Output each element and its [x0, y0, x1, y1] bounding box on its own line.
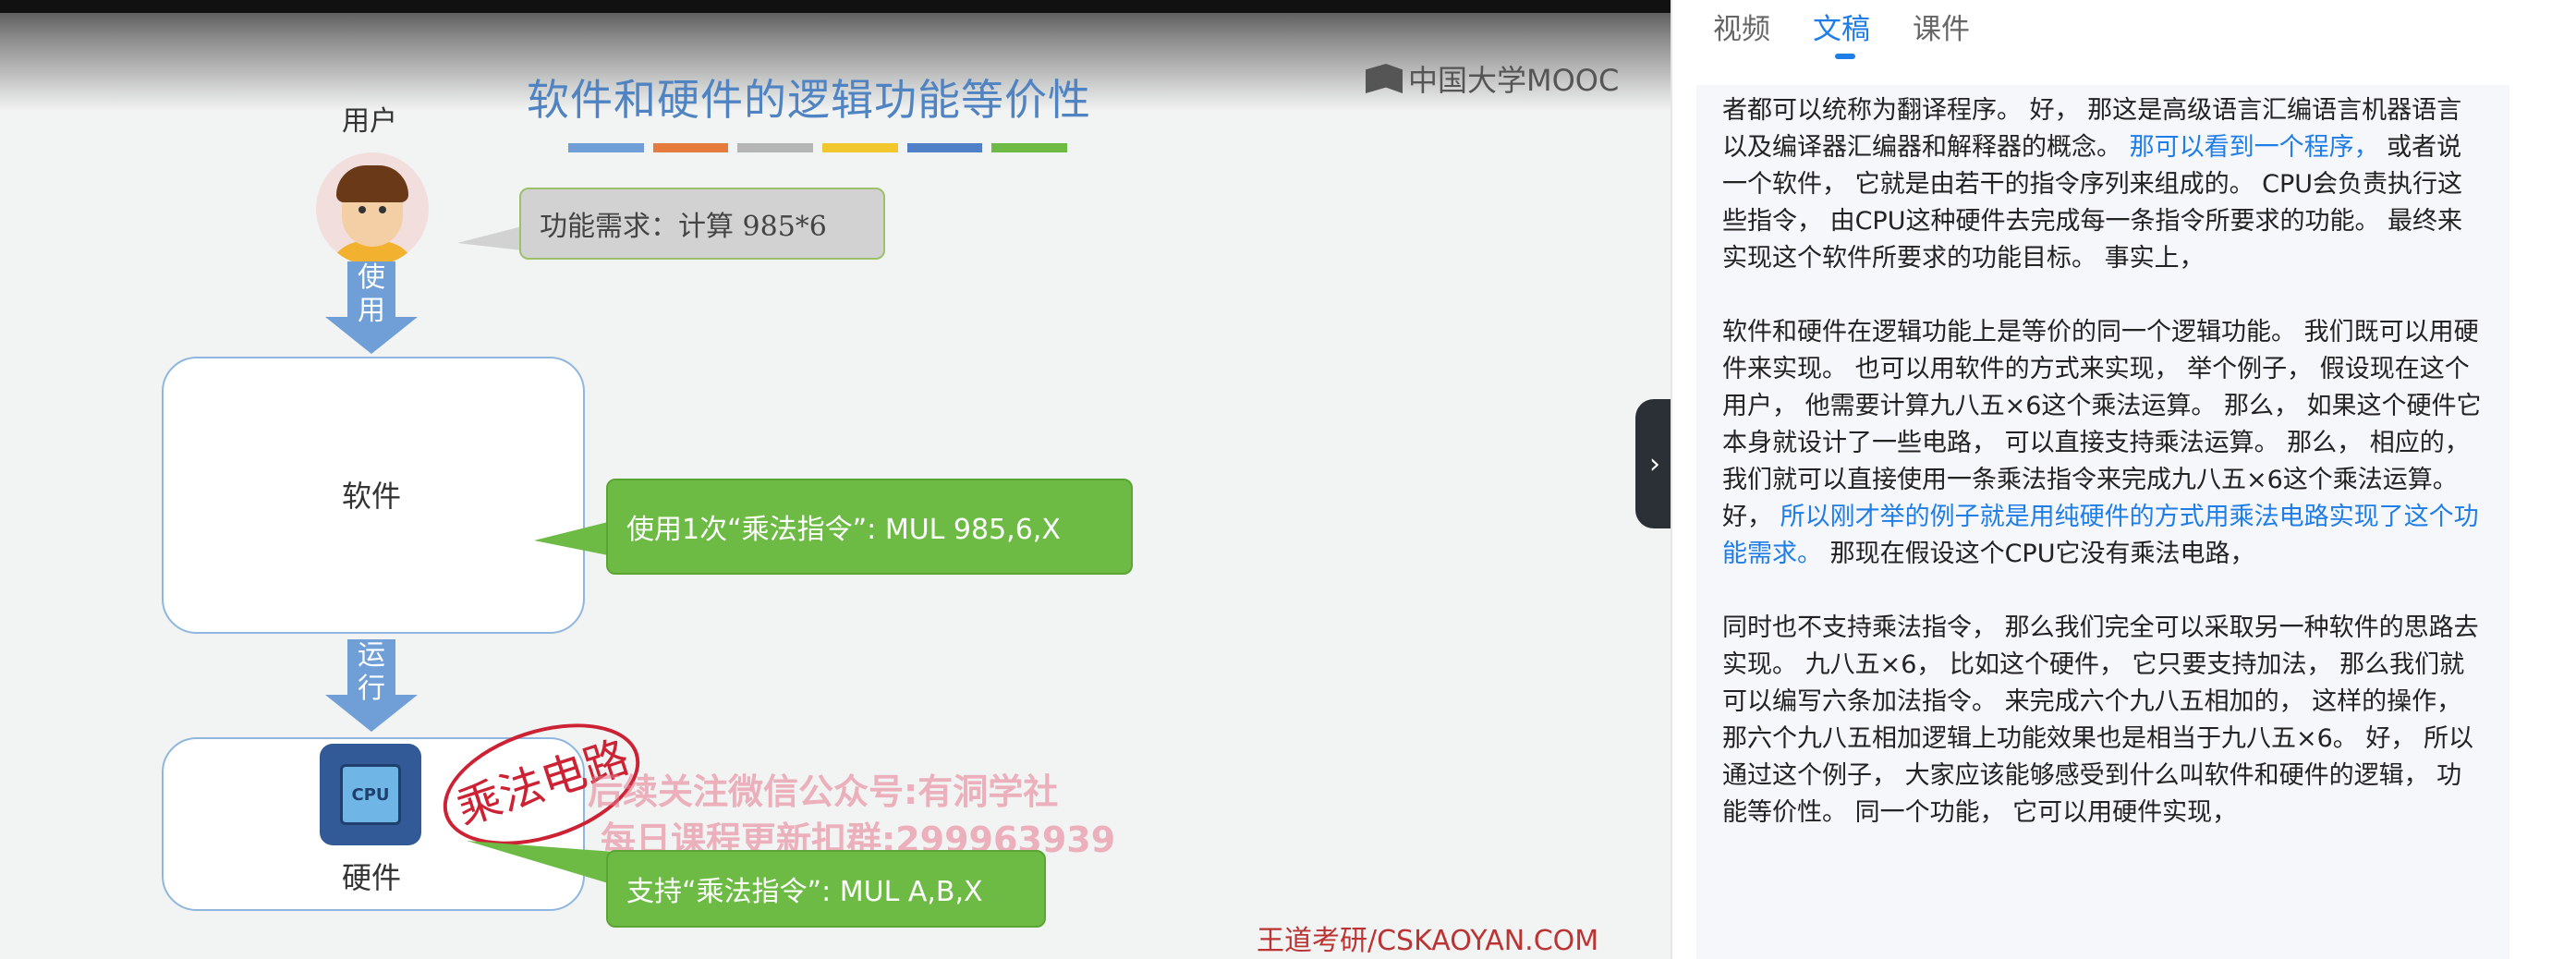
mooc-logo: 中国大学MOOC	[1366, 57, 1619, 100]
transcript-text: 软件和硬件在逻辑功能上是等价的同一个逻辑功能。 我们既可以用硬件来实现。 也可以…	[1722, 318, 2482, 531]
footer-brand: 王道考研/CSKAOYAN.COM	[1257, 925, 1599, 957]
chevron-right-icon: ›	[1649, 447, 1660, 480]
cpu-chip-icon: CPU	[320, 744, 421, 845]
mooc-logo-icon	[1366, 64, 1403, 93]
panel-tabs: 视频 文稿 课件	[1713, 0, 1970, 59]
user-avatar-icon	[316, 152, 429, 265]
video-top-bar	[0, 0, 1671, 13]
video-player[interactable]: 软件和硬件的逻辑功能等价性 中国大学MOOC 用户 功能需求：计算 985*6 …	[0, 0, 1671, 959]
avatar-eye	[379, 206, 386, 213]
transcript-panel[interactable]: 者都可以统称为翻译程序。 好， 那这是高级语言汇编语言机器语言以及编译器汇编器和…	[1696, 85, 2509, 959]
bubble-pointer	[534, 522, 608, 555]
use-arrow-char: 使	[358, 261, 385, 294]
run-arrow-char: 运	[358, 639, 385, 672]
user-label: 用户	[342, 105, 397, 138]
software-label: 软件	[342, 479, 402, 514]
watermark-line-1: 后续关注微信公众号:有洞学社	[588, 771, 1059, 812]
mooc-logo-text: 中国大学MOOC	[1408, 63, 1620, 98]
transcript-highlight[interactable]: 那可以看到一个程序，	[2130, 133, 2379, 162]
transcript-text: 同时也不支持乘法指令， 那么我们完全可以采取另一种软件的思路去实现。 九八五×6…	[1722, 613, 2479, 827]
color-bar	[991, 143, 1068, 152]
slide-title: 软件和硬件的逻辑功能等价性	[527, 75, 1091, 125]
hardware-label: 硬件	[342, 860, 402, 895]
color-bar	[906, 143, 983, 152]
color-bar	[568, 143, 644, 152]
collapse-panel-button[interactable]: ›	[1635, 399, 1674, 528]
side-panel: 视频 文稿 课件 者都可以统称为翻译程序。 好， 那这是高级语言汇编语言机器语言…	[1671, 0, 2576, 959]
title-color-bars	[568, 143, 1068, 152]
color-bar	[652, 143, 729, 152]
color-bar	[822, 143, 898, 152]
avatar-eye	[358, 206, 366, 213]
transcript-paragraph[interactable]: 同时也不支持乘法指令， 那么我们完全可以采取另一种软件的思路去实现。 九八五×6…	[1722, 610, 2484, 832]
bubble-pointer	[457, 226, 522, 250]
side-panel-divider	[1671, 0, 1672, 959]
transcript-text: 那现在假设这个CPU它没有乘法电路，	[1822, 540, 2255, 568]
transcript-paragraph[interactable]: 软件和硬件在逻辑功能上是等价的同一个逻辑功能。 我们既可以用硬件来实现。 也可以…	[1722, 314, 2484, 573]
run-arrow: 运 行	[325, 639, 418, 732]
use-arrow-char: 用	[358, 295, 385, 327]
run-arrow-char: 行	[358, 673, 385, 705]
tab-courseware[interactable]: 课件	[1913, 0, 1970, 55]
hardware-instruction-bubble: 支持“乘法指令”: MUL A,B,X	[606, 850, 1046, 928]
transcript-paragraph[interactable]: 者都可以统称为翻译程序。 好， 那这是高级语言汇编语言机器语言以及编译器汇编器和…	[1722, 92, 2484, 277]
color-bar	[737, 143, 814, 152]
requirement-bubble: 功能需求：计算 985*6	[519, 188, 885, 260]
software-instruction-bubble: 使用1次“乘法指令”: MUL 985,6,X	[606, 479, 1133, 575]
bubble-pointer	[467, 841, 614, 885]
use-arrow: 使 用	[325, 261, 418, 354]
avatar-hair	[336, 165, 408, 202]
tab-video[interactable]: 视频	[1713, 0, 1770, 55]
tab-transcript[interactable]: 文稿	[1813, 0, 1870, 59]
cpu-chip-label: CPU	[340, 764, 401, 825]
